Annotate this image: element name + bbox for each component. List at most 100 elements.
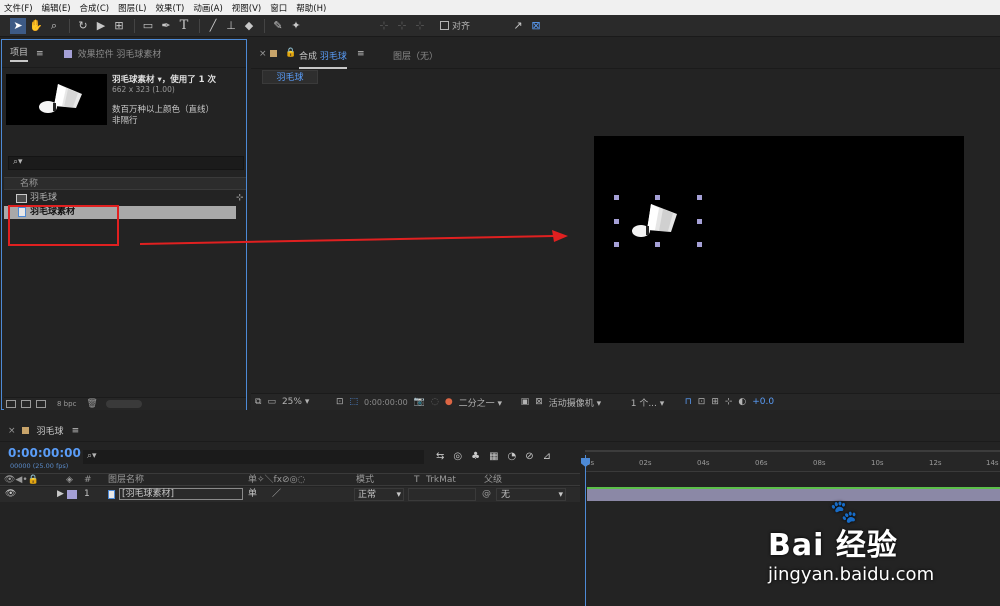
layer-name-field[interactable]: [羽毛球素材] bbox=[119, 488, 243, 500]
transform-handle[interactable] bbox=[655, 195, 660, 200]
zoom-tool-icon[interactable]: ⌕ bbox=[46, 18, 62, 34]
eraser-tool-icon[interactable]: ◆ bbox=[241, 18, 257, 34]
motion-blur-icon[interactable]: ◔ bbox=[508, 451, 517, 462]
switches-column-icons[interactable]: 单✧＼fx⊘◎◌ bbox=[248, 474, 305, 486]
panel-menu-icon[interactable]: ≡ bbox=[72, 426, 80, 436]
frame-blending-icon[interactable]: ▦ bbox=[489, 451, 498, 462]
pan-behind-tool-icon[interactable]: ⊞ bbox=[111, 18, 127, 34]
mode-dropdown[interactable]: 正常 ▾ bbox=[354, 488, 404, 501]
parent-dropdown[interactable]: 无 ▾ bbox=[496, 488, 566, 501]
menu-effect[interactable]: 效果(T) bbox=[156, 2, 185, 14]
local-axis-icon[interactable]: ⊹ bbox=[376, 18, 392, 34]
trash-icon[interactable]: 🗑 bbox=[86, 399, 97, 409]
tab-composition[interactable]: 合成 羽毛球 bbox=[299, 49, 347, 69]
transform-handle[interactable] bbox=[614, 195, 619, 200]
trkmat-dropdown[interactable] bbox=[408, 488, 476, 501]
menu-composition[interactable]: 合成(C) bbox=[80, 2, 110, 14]
close-tab-icon[interactable]: × bbox=[259, 49, 267, 59]
views-dropdown[interactable]: 1 个... ▾ bbox=[631, 396, 679, 409]
graph-toggle-icon[interactable]: ⊿ bbox=[543, 451, 551, 462]
snapping-checkbox[interactable] bbox=[440, 21, 449, 30]
tab-layer[interactable]: 图层（无） bbox=[393, 49, 438, 62]
timeline-icon[interactable]: ⊞ bbox=[711, 397, 719, 407]
timeline-current-time[interactable]: 0:00:00:00 bbox=[8, 446, 81, 460]
project-item-composition[interactable]: 羽毛球 bbox=[4, 192, 236, 205]
menu-layer[interactable]: 图层(L) bbox=[118, 2, 146, 14]
project-column-header[interactable]: 名称 bbox=[4, 177, 246, 190]
layer-expand-icon[interactable]: ▶ bbox=[57, 487, 64, 502]
new-folder-icon[interactable] bbox=[21, 400, 31, 408]
av-switch-icons[interactable]: 👁◀•🔒 bbox=[4, 474, 39, 486]
selection-tool-icon[interactable]: ➤ bbox=[10, 17, 26, 34]
clone-stamp-tool-icon[interactable]: ⊥ bbox=[223, 18, 239, 34]
shy-layers-icon[interactable]: ♣ bbox=[471, 451, 480, 462]
layer-row[interactable]: 👁 ▶ 1 [羽毛球素材] 单 ／ 正常 ▾ @ 无 ▾ bbox=[0, 487, 580, 502]
transform-handle[interactable] bbox=[614, 219, 619, 224]
snapshot-icon[interactable]: 📷 bbox=[414, 397, 425, 407]
draft-3d-icon[interactable]: ◎ bbox=[453, 451, 462, 462]
world-axis-icon[interactable]: ⊹ bbox=[394, 18, 410, 34]
tab-effect-controls[interactable]: 效果控件 羽毛球素材 bbox=[78, 47, 162, 60]
flowchart-icon[interactable]: ⊹ bbox=[725, 397, 733, 407]
panel-menu-icon[interactable]: ≡ bbox=[357, 49, 365, 59]
snap-edge-icon[interactable]: ↗ bbox=[510, 18, 526, 34]
puppet-pin-tool-icon[interactable]: ✦ bbox=[288, 18, 304, 34]
project-scrollbar[interactable] bbox=[105, 400, 142, 408]
transform-handle[interactable] bbox=[655, 242, 660, 247]
menu-window[interactable]: 窗口 bbox=[270, 2, 287, 14]
close-tab-icon[interactable]: × bbox=[8, 426, 16, 436]
camera-dropdown[interactable]: 活动摄像机 ▾ bbox=[549, 396, 625, 409]
interpret-footage-icon[interactable] bbox=[6, 400, 16, 408]
show-snapshot-icon[interactable]: ◌ bbox=[431, 397, 439, 407]
col-trkmat[interactable]: TrkMat bbox=[426, 474, 456, 486]
zoom-dropdown[interactable]: 25% ▾ bbox=[282, 397, 330, 407]
reset-exposure-icon[interactable]: ◐ bbox=[738, 397, 746, 407]
channel-icon[interactable]: ● bbox=[445, 397, 453, 407]
fast-previews-icon[interactable]: ⊡ bbox=[698, 397, 706, 407]
lock-icon[interactable]: 🔒 bbox=[285, 48, 296, 58]
transform-handle[interactable] bbox=[697, 219, 702, 224]
layer-label-swatch[interactable] bbox=[67, 490, 77, 499]
mask-visibility-icon[interactable]: ⬚ bbox=[350, 397, 359, 407]
quality-switch-icon[interactable]: 单 bbox=[248, 487, 257, 502]
rotate-tool-icon[interactable]: ↻ bbox=[75, 18, 91, 34]
comp-breadcrumb[interactable]: 羽毛球 bbox=[262, 70, 318, 84]
menu-help[interactable]: 帮助(H) bbox=[296, 2, 326, 14]
always-preview-icon[interactable]: ⧉ bbox=[255, 397, 261, 407]
graph-editor-icon[interactable]: ⊘ bbox=[525, 451, 533, 462]
col-mode[interactable]: 模式 bbox=[356, 474, 374, 486]
type-tool-icon[interactable]: T bbox=[176, 18, 192, 34]
project-search-input[interactable]: ⌕▾ bbox=[8, 156, 244, 170]
menu-file[interactable]: 文件(F) bbox=[4, 2, 33, 14]
brush-tool-icon[interactable]: ╱ bbox=[205, 18, 221, 34]
resolution-dropdown[interactable]: 二分之一 ▾ bbox=[459, 396, 515, 409]
timeline-search-input[interactable]: ⌕▾ bbox=[83, 450, 424, 464]
toggle-pixel-aspect-icon[interactable]: ⊓ bbox=[685, 397, 692, 407]
pickwhip-icon[interactable]: @ bbox=[482, 487, 491, 502]
pen-tool-icon[interactable]: ✒ bbox=[158, 18, 174, 34]
view-axis-icon[interactable]: ⊹ bbox=[412, 18, 428, 34]
transform-handle[interactable] bbox=[697, 242, 702, 247]
menu-view[interactable]: 视图(V) bbox=[232, 2, 261, 14]
current-time-display[interactable]: 0:00:00:00 bbox=[364, 398, 408, 407]
visibility-eye-icon[interactable]: 👁 bbox=[5, 487, 16, 502]
roi-icon[interactable]: ▣ bbox=[521, 397, 530, 407]
menu-animation[interactable]: 动画(A) bbox=[193, 2, 222, 14]
quality-slash-icon[interactable]: ／ bbox=[272, 487, 281, 502]
col-parent[interactable]: 父级 bbox=[484, 474, 502, 486]
rectangle-tool-icon[interactable]: ▭ bbox=[140, 18, 156, 34]
camera-tool-icon[interactable]: ▶ bbox=[93, 18, 109, 34]
transform-handle[interactable] bbox=[697, 195, 702, 200]
tab-project[interactable]: 项目 bbox=[10, 45, 29, 62]
flowchart-icon[interactable]: ⊹ bbox=[236, 193, 244, 203]
safe-zones-icon[interactable]: ⊡ bbox=[336, 397, 344, 407]
comp-mini-flowchart-icon[interactable]: ⇆ bbox=[436, 451, 444, 462]
roto-brush-tool-icon[interactable]: ✎ bbox=[270, 18, 286, 34]
composition-viewer[interactable] bbox=[594, 136, 964, 343]
hand-tool-icon[interactable]: ✋ bbox=[28, 18, 44, 34]
new-composition-icon[interactable] bbox=[36, 400, 46, 408]
transparency-grid-icon[interactable]: ⊠ bbox=[535, 397, 543, 407]
transform-handle[interactable] bbox=[614, 242, 619, 247]
bit-depth-button[interactable]: 8 bpc bbox=[57, 400, 76, 408]
asset-name[interactable]: 羽毛球素材 ▾，使用了 1 次 bbox=[112, 73, 216, 85]
